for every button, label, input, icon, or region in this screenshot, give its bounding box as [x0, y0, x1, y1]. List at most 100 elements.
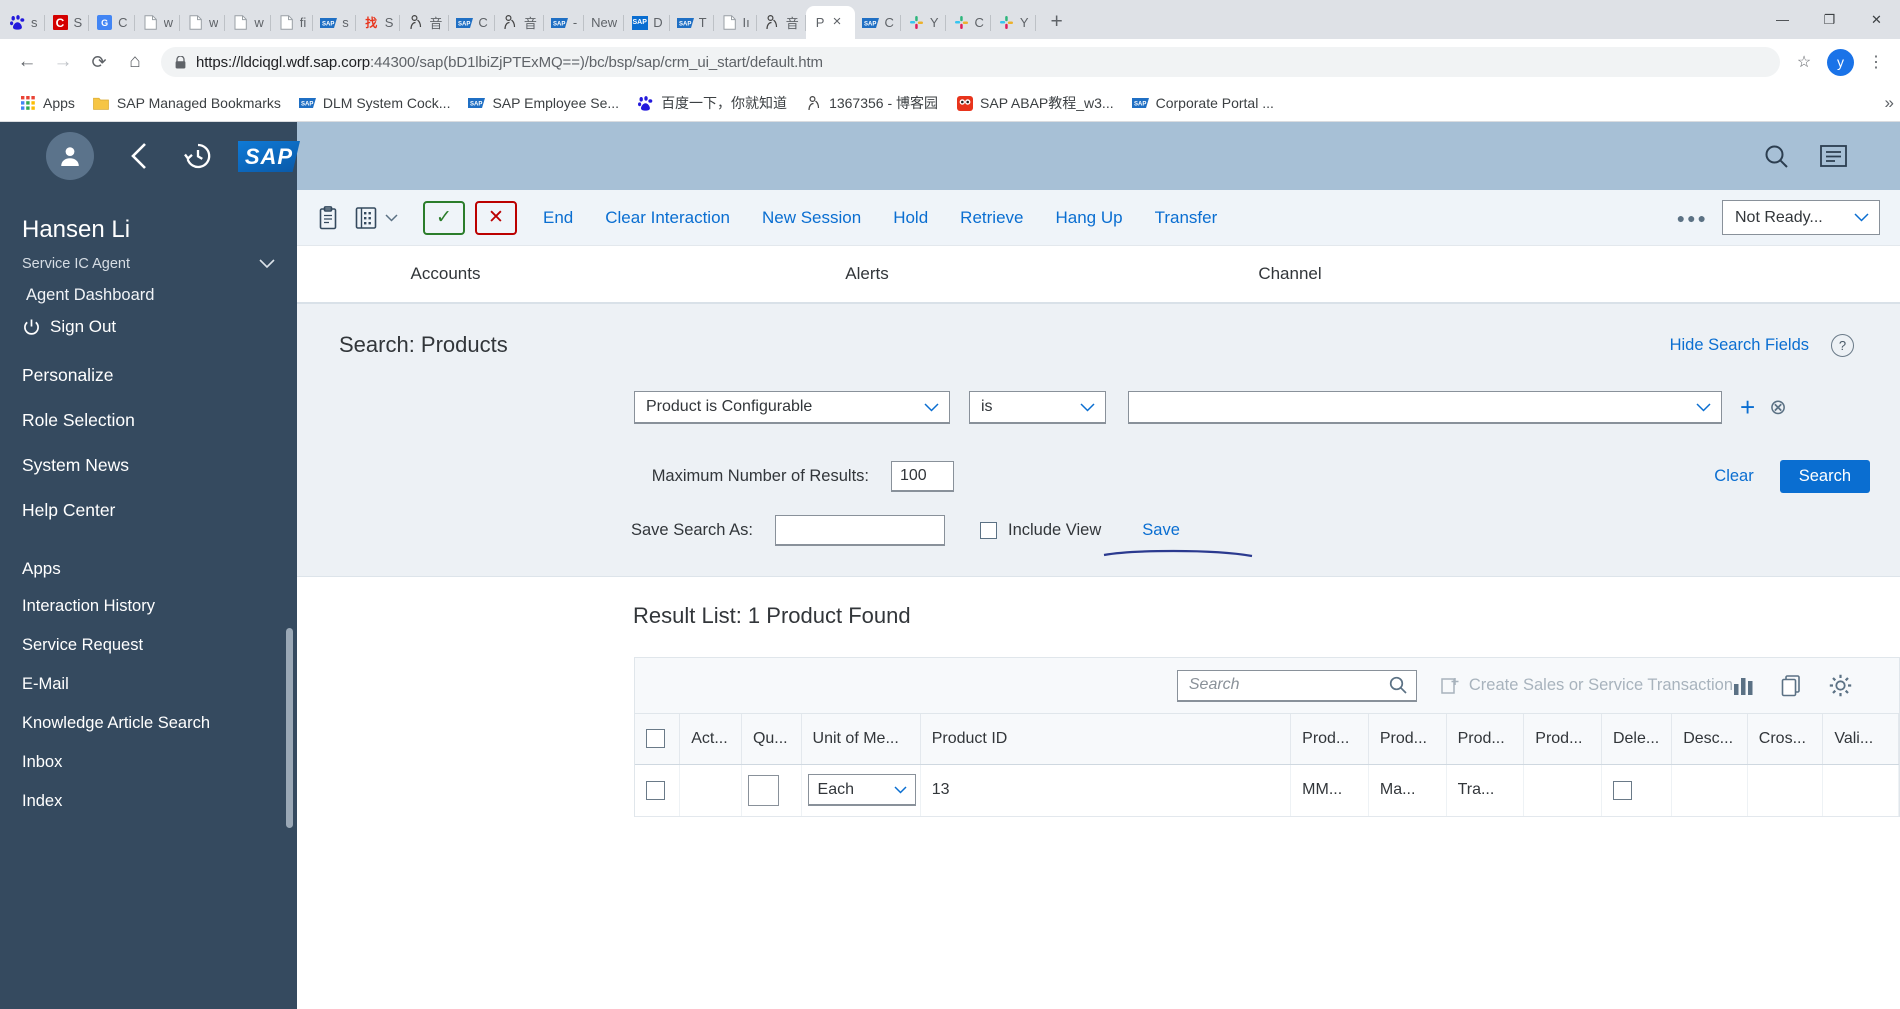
browser-tab[interactable]: w [225, 6, 272, 39]
search-icon[interactable] [1389, 676, 1407, 694]
max-results-input[interactable]: 100 [891, 461, 954, 492]
close-tab-icon[interactable]: × [829, 14, 844, 30]
row-select-checkbox[interactable] [646, 780, 665, 800]
browser-tab[interactable]: SAP T [670, 6, 714, 39]
browser-tab[interactable]: 音 [400, 6, 450, 39]
user-avatar-icon[interactable] [46, 132, 94, 180]
table-header-prod2[interactable]: Prod... [1368, 714, 1447, 765]
select-all-checkbox[interactable] [646, 729, 665, 749]
bookmark-star-icon[interactable]: ☆ [1789, 52, 1819, 72]
bookmark-item[interactable]: SAP Managed Bookmarks [85, 91, 289, 116]
browser-tab[interactable]: New [584, 6, 625, 39]
chevron-down-icon[interactable] [385, 213, 407, 222]
browser-tab[interactable]: 音 [757, 6, 806, 39]
result-search-input[interactable]: Search [1176, 669, 1417, 702]
cic-link-retrieve[interactable]: Retrieve [944, 208, 1039, 228]
browser-tab[interactable]: w [135, 6, 181, 39]
sidebar-scrollbar[interactable] [286, 628, 293, 828]
table-header-cross[interactable]: Cros... [1747, 714, 1824, 765]
save-search-link[interactable]: Save [1104, 521, 1253, 558]
bookmark-item[interactable]: 百度一下，你就知道 [629, 89, 795, 117]
cic-link-clear-interaction[interactable]: Clear Interaction [589, 208, 746, 228]
browser-tab[interactable]: 找S [356, 6, 401, 39]
save-search-input[interactable] [775, 515, 945, 546]
table-header-delete[interactable]: Dele... [1601, 714, 1673, 765]
browser-tab[interactable]: SAP C [449, 6, 496, 39]
browser-tab[interactable]: C [946, 6, 992, 39]
toolbar-overflow-button[interactable]: ●●● [1677, 210, 1722, 226]
table-row[interactable]: Each 13 MM... Ma... Tra... [635, 764, 1899, 817]
cic-link-hang-up[interactable]: Hang Up [1039, 208, 1138, 228]
clear-button[interactable]: Clear [1714, 467, 1753, 486]
create-transaction-button[interactable]: Create Sales or Service Transaction [1417, 676, 1733, 695]
uom-dropdown[interactable]: Each [807, 774, 916, 806]
sidebar-app-e-mail[interactable]: E-Mail [0, 665, 297, 704]
cic-link-hold[interactable]: Hold [877, 208, 944, 228]
reject-call-button[interactable]: ✕ [475, 200, 517, 235]
accept-call-button[interactable]: ✓ [423, 200, 465, 235]
cic-link-new-session[interactable]: New Session [746, 208, 877, 228]
header-history-button[interactable] [184, 142, 212, 170]
forward-button[interactable]: → [46, 45, 80, 79]
profile-avatar[interactable]: y [1827, 48, 1854, 76]
sidebar-app-service-request[interactable]: Service Request [0, 626, 297, 665]
minimize-button[interactable]: — [1759, 0, 1806, 39]
nav-item-accounts[interactable]: Accounts [297, 264, 594, 284]
reload-button[interactable]: ⟳ [82, 45, 116, 79]
include-view-checkbox[interactable] [980, 522, 997, 539]
close-window-button[interactable]: ✕ [1853, 0, 1900, 39]
search-button[interactable]: Search [1779, 460, 1870, 493]
browser-tab[interactable]: Y [991, 6, 1036, 39]
bookmark-item[interactable]: SAP ABAP教程_w3... [948, 89, 1122, 117]
sidebar-item-sign-out[interactable]: Sign Out [0, 305, 297, 337]
browser-tab[interactable]: Iı [714, 6, 758, 39]
dialpad-icon[interactable] [347, 199, 385, 237]
table-header-prod3[interactable]: Prod... [1446, 714, 1525, 765]
table-header-prod1[interactable]: Prod... [1290, 714, 1369, 765]
browser-tab[interactable]: s [2, 6, 45, 39]
cell-product_id[interactable]: 13 [920, 764, 1292, 817]
table-header-quantity[interactable]: Qu... [741, 714, 802, 765]
browser-tab[interactable]: CS [45, 6, 90, 39]
table-header-product_id[interactable]: Product ID [920, 714, 1292, 765]
bookmark-item[interactable]: SAP SAP Employee Se... [460, 91, 627, 116]
sidebar-link-personalize[interactable]: Personalize [0, 353, 297, 398]
hide-search-fields-link[interactable]: Hide Search Fields [1670, 336, 1831, 355]
export-icon[interactable] [1781, 674, 1829, 697]
quantity-input[interactable] [747, 774, 779, 806]
sidebar-link-system-news[interactable]: System News [0, 443, 297, 488]
sidebar-app-inbox[interactable]: Inbox [0, 743, 297, 782]
bookmark-item[interactable]: Apps [11, 91, 83, 116]
browser-tab[interactable]: 音 [495, 6, 544, 39]
remove-criteria-button[interactable]: ⊗ [1769, 395, 1787, 420]
help-icon[interactable]: ? [1831, 333, 1854, 357]
table-header-description[interactable]: Desc... [1671, 714, 1748, 765]
new-tab-button[interactable]: + [1042, 7, 1072, 37]
table-header-action[interactable]: Act... [679, 714, 742, 765]
nav-item-channel[interactable]: Channel [1140, 264, 1440, 284]
browser-tab[interactable]: Y [901, 6, 946, 39]
nav-item-alerts[interactable]: Alerts [594, 264, 1140, 284]
browser-tab[interactable]: SAP D [624, 6, 670, 39]
cell-select[interactable] [635, 764, 681, 817]
gear-icon[interactable] [1829, 674, 1877, 697]
browser-tab[interactable]: w [180, 6, 226, 39]
browser-tab[interactable]: SAP C [855, 6, 902, 39]
bookmark-item[interactable]: 1367356 - 博客园 [797, 89, 946, 117]
table-header-uom[interactable]: Unit of Me... [801, 714, 921, 765]
sidebar-link-help-center[interactable]: Help Center [0, 488, 297, 533]
maximize-button[interactable]: ❐ [1806, 0, 1853, 39]
sidebar-item-agent-dashboard[interactable]: Agent Dashboard [0, 272, 297, 305]
bookmarks-overflow-button[interactable]: » [1885, 93, 1894, 113]
add-criteria-button[interactable]: + [1722, 392, 1769, 423]
search-field-dropdown[interactable]: Product is Configurable [634, 391, 950, 424]
cell-uom[interactable]: Each [801, 764, 921, 817]
table-header-valid[interactable]: Vali... [1822, 714, 1899, 765]
browser-tab[interactable]: SAP - [544, 6, 585, 39]
clipboard-icon[interactable] [309, 199, 347, 237]
search-operator-dropdown[interactable]: is [969, 391, 1106, 424]
list-menu-icon[interactable] [1820, 145, 1876, 167]
table-header-prod4[interactable]: Prod... [1523, 714, 1602, 765]
sidebar-app-interaction-history[interactable]: Interaction History [0, 587, 297, 626]
cic-link-end[interactable]: End [527, 208, 589, 228]
